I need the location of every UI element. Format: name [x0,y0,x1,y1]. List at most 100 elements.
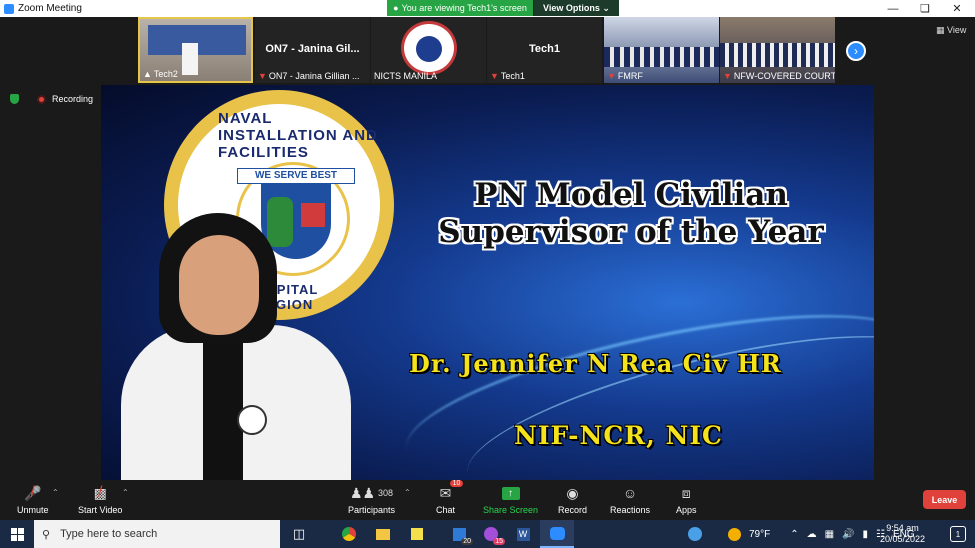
record-button[interactable]: ◉ Record [558,484,588,516]
zoom-app-icon [4,3,14,14]
nicts-logo-icon [401,21,457,75]
clock-time: 9:54 am [886,523,919,533]
view-options-button[interactable]: View Options ⌄ [533,0,619,16]
viewing-banner-text: You are viewing Tech1's screen [401,3,527,13]
unmute-caret-icon[interactable]: ⌃ [52,488,59,497]
apps-button[interactable]: ⧈ Apps [676,484,697,516]
awardee-organization: NIF-NCR, NIC [514,421,723,450]
share-screen-icon: ↑ [501,486,520,500]
next-page-button[interactable]: › [846,41,866,61]
slide-title-line1: PN Model Civilian [474,177,788,213]
minimize-icon[interactable]: — [877,0,909,17]
shield-check-icon: ● [393,3,399,13]
mic-off-icon: 🎤 / [24,484,42,501]
cloud-icon[interactable]: ☁ [807,529,817,540]
participant-caption: ▼ ON7 - Janina Gillian ... [258,71,359,81]
participant-tile-nfw-covered-court[interactable]: ▼ NFW-COVERED COURT [720,17,835,83]
weather-sun-icon [728,527,741,541]
participants-caret-icon[interactable]: ⌃ [404,488,411,497]
app-badge: 15 [493,538,505,545]
messenger-icon[interactable]: 15 [474,520,508,548]
calendar-app-icon[interactable]: 20 [442,520,476,548]
battery-icon[interactable]: ▦ [825,529,834,540]
slide-title-line2: Supervisor of the Year [438,214,824,251]
unmute-button[interactable]: 🎤 / Unmute [17,484,49,515]
participants-label: Participants [348,505,396,515]
chat-badge: 10 [449,480,464,487]
file-explorer-icon[interactable] [366,520,400,548]
participants-count: 308 [378,488,394,498]
mic-muted-icon: ▼ [607,71,616,81]
mic-muted-icon: ▼ [723,71,732,81]
weather-temp[interactable]: 79°F [749,529,770,540]
awardee-name: Dr. Jennifer N Rea Civ HR [409,349,782,378]
chevron-up-icon[interactable]: ⌃ [790,529,798,540]
start-button[interactable] [0,520,34,548]
zoom-taskbar-icon[interactable] [540,520,574,548]
apps-icon: ⧈ [681,484,691,501]
person-figure [182,43,198,75]
reactions-label: Reactions [610,505,651,515]
shared-screen: NAVAL INSTALLATION AND FACILITIES CAPITA… [101,85,874,480]
taskbar-search[interactable]: ⚲ Type here to search [34,520,280,548]
view-label: View [947,25,967,35]
view-button[interactable]: ▦ View [936,25,966,36]
participant-strip: ▲ Tech2 ON7 - Janina Gil... ▼ ON7 - Jani… [0,17,975,84]
leave-button[interactable]: Leave [923,490,966,509]
participant-center-name: Tech1 [529,43,560,55]
notification-count: 1 [955,529,961,539]
coat-emblem-icon [237,405,267,435]
security-shield-icon[interactable] [10,94,19,104]
record-icon: ◉ [566,484,579,501]
participant-tile-tech2[interactable]: ▲ Tech2 [138,17,253,83]
meeting-status: Recording [10,94,93,104]
seal-banner: WE SERVE BEST [237,168,355,184]
participant-name: FMRF [617,71,643,81]
participant-caption: ▼ FMRF [607,71,643,81]
participants-button[interactable]: ♟♟ 308 Participants [348,484,396,516]
participant-caption: NICTS MANILA [374,71,437,81]
chat-icon: ✉ 10 [440,480,464,502]
participant-caption: ▲ Tech2 [143,69,178,79]
awardee-photo [121,213,351,480]
mic-muted-icon: ▼ [490,71,499,81]
sticky-notes-icon[interactable] [400,520,434,548]
record-label: Record [558,505,588,515]
maximize-icon[interactable]: ❏ [909,0,941,17]
video-caret-icon[interactable]: ⌃ [122,488,129,497]
notifications-icon[interactable]: 1 [950,526,966,542]
participant-name: Tech1 [500,71,525,81]
word-icon[interactable]: W [506,520,540,548]
share-screen-button[interactable]: ↑ Share Screen [483,484,538,515]
grid-icon: ▦ [936,25,945,35]
viewing-screen-banner: ● You are viewing Tech1's screen [387,0,533,16]
participant-tile-nicts[interactable]: NICTS MANILA [371,17,486,83]
speaker-icon[interactable]: 🔊 [842,529,854,540]
participant-tile-tech1[interactable]: Tech1 ▼ Tech1 [487,17,602,83]
taskbar-clock[interactable]: 9:54 am 20/05/2022 [880,523,925,545]
start-video-button[interactable]: ▩ / Start Video [78,484,122,515]
meeting-toolbar: 🎤 / Unmute ⌃ ▩ / Start Video ⌃ ♟♟ 308 Part… [0,480,975,520]
participant-name: NFW-COVERED COURT [733,71,835,81]
chat-label: Chat [436,505,456,515]
start-video-label: Start Video [78,505,123,515]
participant-center-name: ON7 - Janina Gil... [265,43,360,55]
reactions-button[interactable]: ☺ Reactions [610,484,650,515]
microphone-icon[interactable]: ▮ [863,529,869,540]
participant-tile-fmrf[interactable]: ▼ FMRF [604,17,719,83]
chrome-icon[interactable] [332,520,366,548]
video-off-icon: ▩ / [93,484,107,501]
slide-title: PN Model Civilian Supervisor of the Year [401,177,861,251]
apps-label: Apps [676,505,697,515]
seal-top-text: NAVAL INSTALLATION AND FACILITIES [218,110,378,161]
clock-date: 20/05/2022 [880,534,926,544]
help-icon[interactable] [688,527,702,541]
task-view-icon[interactable]: ◫ [282,520,316,548]
chat-button[interactable]: ✉ 10 Chat [436,480,464,515]
mic-muted-icon: ▼ [258,71,267,81]
window-title: Zoom Meeting [18,3,82,14]
close-icon[interactable]: ✕ [941,0,973,17]
windows-logo-icon [10,527,24,541]
participant-tile-janina[interactable]: ON7 - Janina Gil... ▼ ON7 - Janina Gilli… [255,17,370,83]
recording-icon [37,94,46,104]
